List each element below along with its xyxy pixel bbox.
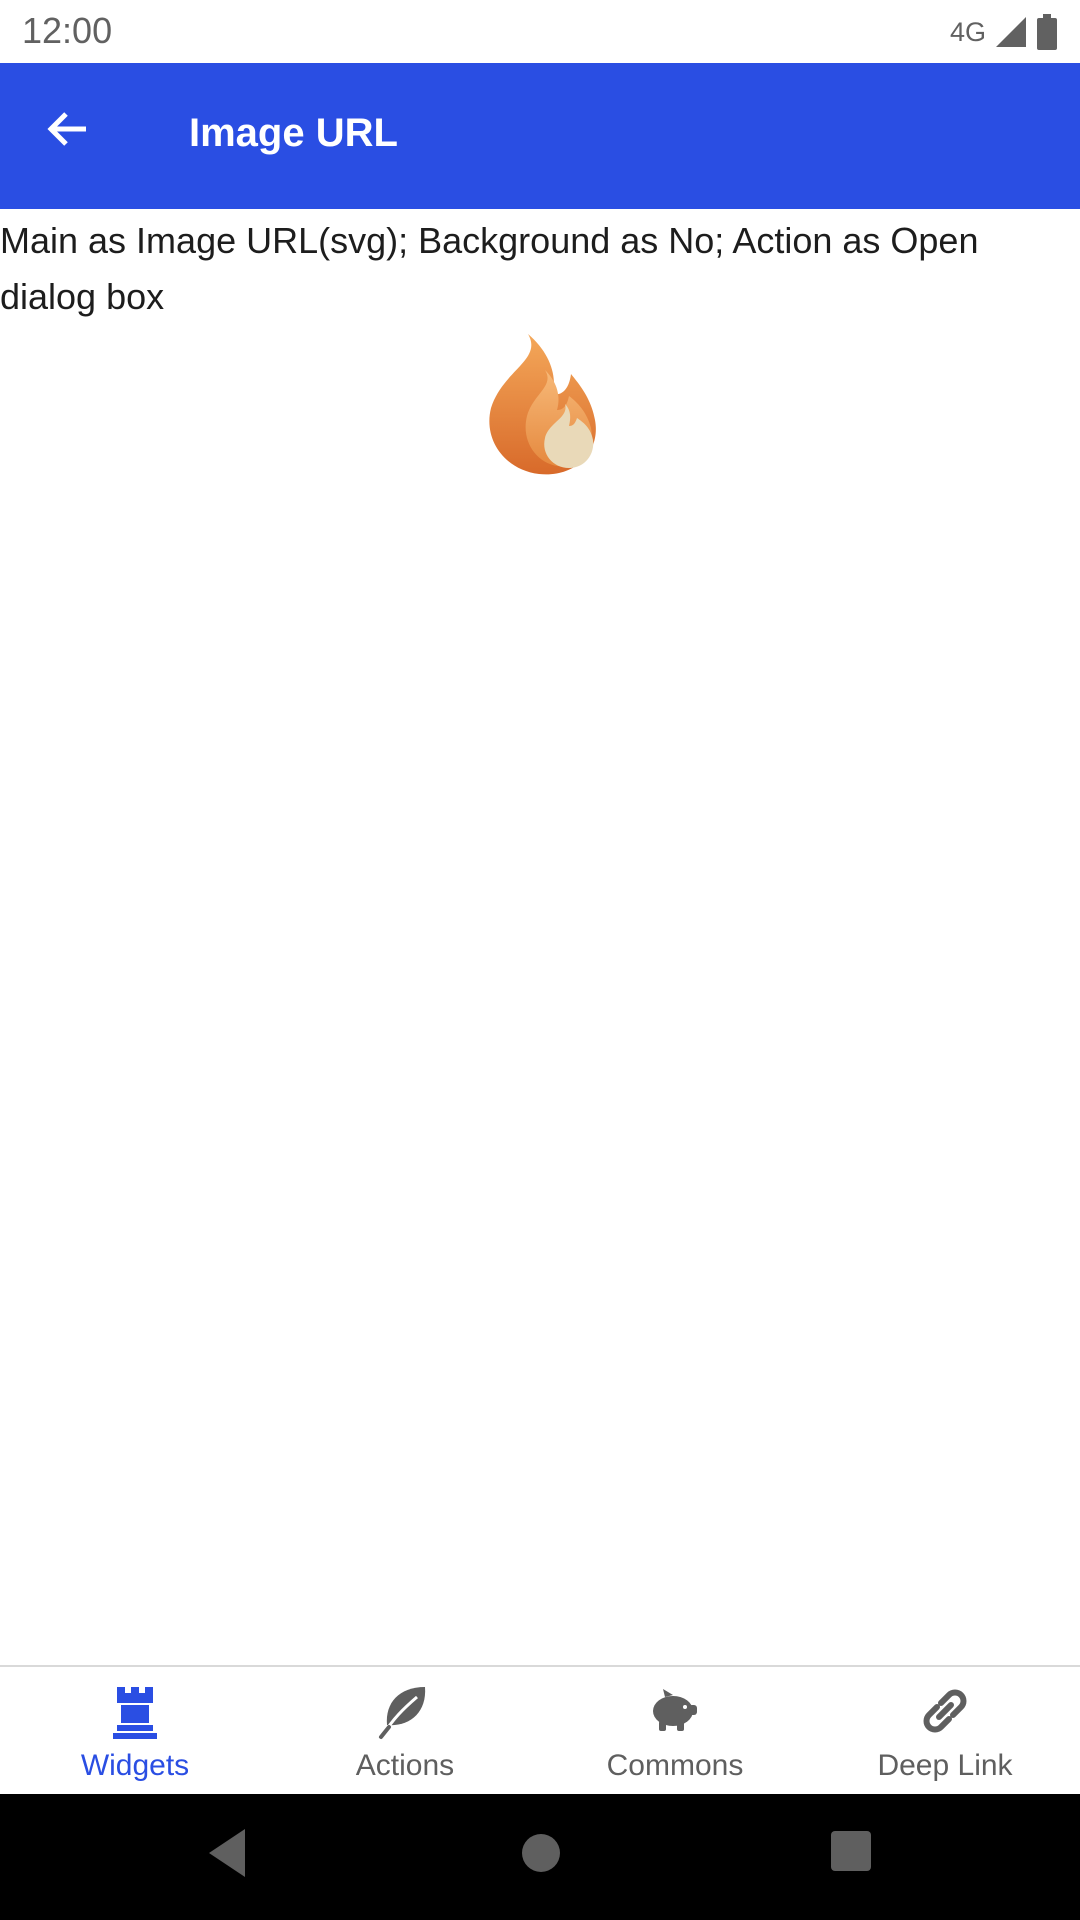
back-button[interactable] [28, 89, 108, 169]
image-widget[interactable] [483, 330, 603, 480]
page-title: Image URL [189, 111, 398, 155]
signal-icon [996, 17, 1026, 47]
bottom-navigation: Widgets Actions Commons Deep Link [0, 1665, 1080, 1796]
arrow-left-icon [47, 112, 86, 146]
castle-rook-icon [113, 1687, 157, 1739]
status-bar: 12:00 4G [0, 0, 1080, 63]
nav-item-widgets[interactable]: Widgets [0, 1667, 270, 1796]
description-text: Main as Image URL(svg); Background as No… [0, 220, 979, 317]
battery-icon [1037, 14, 1057, 50]
home-circle-icon[interactable] [520, 1832, 562, 1874]
nav-item-actions[interactable]: Actions [270, 1667, 540, 1796]
nav-label-commons: Commons [606, 1749, 744, 1782]
app-bar: Image URL [0, 63, 1080, 209]
status-time: 12:00 [22, 10, 113, 51]
leaf-icon [379, 1687, 426, 1739]
fire-icon [489, 334, 596, 475]
nav-label-deep-link: Deep Link [877, 1749, 1013, 1782]
nav-label-actions: Actions [355, 1749, 455, 1782]
back-triangle-icon[interactable] [205, 1827, 249, 1879]
nav-label-widgets: Widgets [80, 1749, 190, 1782]
recents-square-icon[interactable] [830, 1830, 872, 1872]
nav-item-deep-link[interactable]: Deep Link [810, 1667, 1080, 1796]
network-type: 4G [949, 16, 986, 47]
piggy-bank-icon [653, 1689, 697, 1731]
system-navigation-bar [0, 1794, 1080, 1920]
status-icons: 4G [950, 12, 1058, 52]
link-icon [923, 1689, 967, 1733]
nav-item-commons[interactable]: Commons [540, 1667, 810, 1796]
